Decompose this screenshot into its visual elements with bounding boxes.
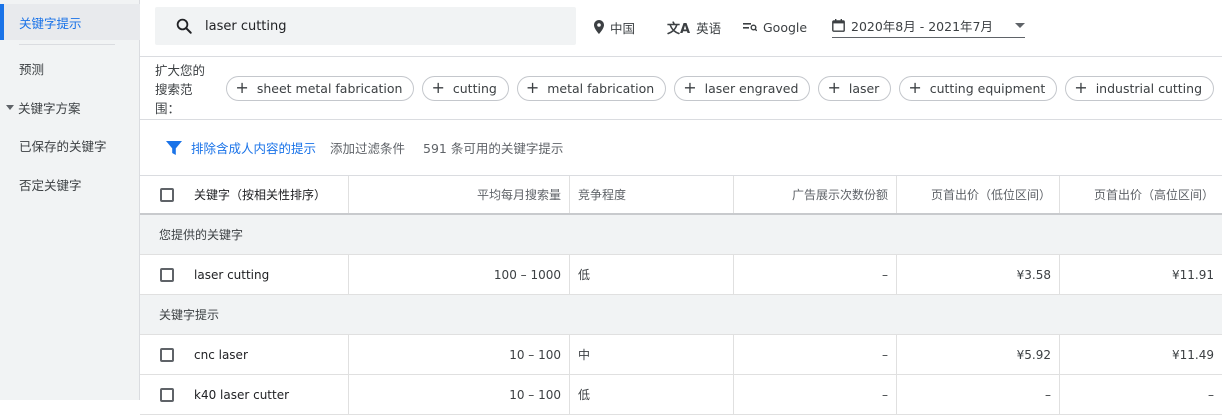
keyword-text: k40 laser cutter <box>194 387 290 402</box>
bid-high-cell: ¥11.91 <box>1172 267 1214 282</box>
chip-sheet-metal-fabrication[interactable]: + sheet metal fabrication <box>226 75 415 101</box>
chip-cutting[interactable]: + cutting <box>422 75 509 101</box>
header-volume[interactable]: 平均每月搜索量 <box>349 176 570 213</box>
bid-low-cell: ¥3.58 <box>897 255 1060 294</box>
language-label: 英语 <box>696 20 722 36</box>
language-selector[interactable]: 文A 英语 <box>667 16 721 38</box>
chip-label: cutting equipment <box>929 80 1046 96</box>
sidebar-divider <box>19 44 115 45</box>
network-icon <box>743 21 757 33</box>
filter-icon[interactable] <box>165 139 183 157</box>
select-all-checkbox[interactable] <box>160 187 174 202</box>
translate-icon: 文A <box>667 21 691 37</box>
chip-label: cutting <box>452 80 497 96</box>
chip-label: laser <box>848 80 880 96</box>
chip-laser-engraved[interactable]: + laser engraved <box>674 75 811 101</box>
keyword-text: cnc laser <box>194 347 248 362</box>
group-row: 关键字提示 <box>140 295 1222 335</box>
competition-cell: 中 <box>570 335 734 374</box>
chip-laser[interactable]: + laser <box>818 75 892 101</box>
header-keyword-label: 关键字（按相关性排序） <box>194 188 327 202</box>
exclude-adult-filter[interactable]: 排除含成人内容的提示 <box>191 138 316 157</box>
add-filter-button[interactable]: 添加过滤条件 <box>330 138 405 157</box>
caret-down-icon <box>6 104 14 110</box>
chip-label: laser engraved <box>704 80 799 96</box>
keyword-count: 591 条可用的关键字提示 <box>423 141 564 156</box>
header-bid-high[interactable]: 页首出价（高位区间） <box>1060 176 1222 213</box>
expand-search-label: 扩大您的搜索范围： <box>155 62 206 116</box>
header-competition[interactable]: 竞争程度 <box>570 176 734 213</box>
location-selector[interactable]: 中国 <box>594 16 635 38</box>
network-label: Google <box>763 19 808 35</box>
group-row: 您提供的关键字 <box>140 215 1222 255</box>
expand-search-row: 扩大您的搜索范围： + sheet metal fabrication + cutt… <box>140 57 1222 120</box>
bid-high-cell: – <box>1208 387 1214 402</box>
sidebar-item-label: 否定关键字 <box>19 177 82 193</box>
dropdown-arrow-icon <box>1015 23 1025 28</box>
keyword-cell: cnc laser <box>140 335 349 374</box>
bid-high-cell: ¥11.49 <box>1172 347 1214 362</box>
volume-cell: 100 – 1000 <box>349 255 570 294</box>
bid-low-cell: ¥5.92 <box>897 335 1060 374</box>
date-range-label: 2020年8月 - 2021年7月 <box>851 19 993 34</box>
chip-industrial-cutting[interactable]: + industrial cutting <box>1065 75 1214 101</box>
search-input[interactable]: laser cutting <box>155 7 576 45</box>
impression-share-cell: – <box>734 255 897 294</box>
table-row: laser cutting 100 – 1000 低 – ¥3.58 ¥11.9… <box>140 255 1222 295</box>
chip-label: industrial cutting <box>1095 80 1202 96</box>
plus-icon: + <box>908 78 922 97</box>
chip-metal-fabrication[interactable]: + metal fabrication <box>516 75 667 101</box>
chip-label: sheet metal fabrication <box>256 80 403 96</box>
chip-label: metal fabrication <box>547 80 655 96</box>
keyword-text: laser cutting <box>194 267 270 282</box>
volume-cell: 10 – 100 <box>349 375 570 414</box>
table-row: k40 laser cutter 10 – 100 低 – – – <box>140 375 1222 415</box>
sidebar-item-label: 关键字方案 <box>18 100 81 116</box>
location-pin-icon <box>594 20 604 34</box>
network-selector[interactable]: Google <box>743 16 807 38</box>
keyword-table: 关键字（按相关性排序） 平均每月搜索量 竞争程度 广告展示次数份额 页首出价（低… <box>140 176 1222 415</box>
location-label: 中国 <box>610 20 636 36</box>
sidebar-item-saved-keywords[interactable]: 已保存的关键字 <box>0 127 140 163</box>
search-icon <box>176 18 192 34</box>
plus-icon: + <box>235 78 249 97</box>
calendar-icon <box>832 19 845 32</box>
sidebar-item-forecast[interactable]: 预测 <box>0 50 140 86</box>
volume-cell: 10 – 100 <box>349 335 570 374</box>
competition-cell: 低 <box>570 255 734 294</box>
plus-icon: + <box>525 78 540 97</box>
plus-icon: + <box>683 78 697 97</box>
competition-cell: 低 <box>570 375 734 414</box>
group-label: 关键字提示 <box>159 308 220 322</box>
table-row: cnc laser 10 – 100 中 – ¥5.92 ¥11.49 <box>140 335 1222 375</box>
sidebar-item-negative-keywords[interactable]: 否定关键字 <box>0 166 140 202</box>
sidebar-item-label: 预测 <box>19 61 45 77</box>
group-label: 您提供的关键字 <box>159 228 244 242</box>
row-checkbox[interactable] <box>160 347 174 362</box>
row-checkbox[interactable] <box>160 387 174 402</box>
row-checkbox[interactable] <box>160 267 174 282</box>
sidebar: 关键字提示 预测 关键字方案 已保存的关键字 否定关键字 <box>0 0 140 400</box>
plus-icon: + <box>827 78 841 97</box>
table-header-row: 关键字（按相关性排序） 平均每月搜索量 竞争程度 广告展示次数份额 页首出价（低… <box>140 176 1222 215</box>
header-bid-low[interactable]: 页首出价（低位区间） <box>897 176 1060 213</box>
bid-low-cell: – <box>897 375 1060 414</box>
sidebar-item-keyword-ideas[interactable]: 关键字提示 <box>0 4 140 40</box>
plus-icon: + <box>1074 78 1088 97</box>
header-impression-share[interactable]: 广告展示次数份额 <box>734 176 897 213</box>
sidebar-item-label: 已保存的关键字 <box>19 138 107 154</box>
chip-cutting-equipment[interactable]: + cutting equipment <box>899 75 1058 101</box>
header-keyword[interactable]: 关键字（按相关性排序） <box>140 176 349 213</box>
keyword-cell: laser cutting <box>140 255 349 294</box>
search-value: laser cutting <box>205 18 287 34</box>
date-range-selector[interactable]: 2020年8月 - 2021年7月 <box>832 16 1025 38</box>
plus-icon: + <box>431 78 445 97</box>
top-bar: laser cutting 中国 文A 英语 Google 2020年8月 - … <box>140 0 1222 57</box>
impression-share-cell: – <box>734 335 897 374</box>
sidebar-item-keyword-plan[interactable]: 关键字方案 <box>0 89 140 125</box>
sidebar-item-label: 关键字提示 <box>19 15 82 31</box>
impression-share-cell: – <box>734 375 897 414</box>
filter-row: 排除含成人内容的提示 添加过滤条件 591 条可用的关键字提示 <box>140 120 1222 176</box>
keyword-cell: k40 laser cutter <box>140 375 349 414</box>
